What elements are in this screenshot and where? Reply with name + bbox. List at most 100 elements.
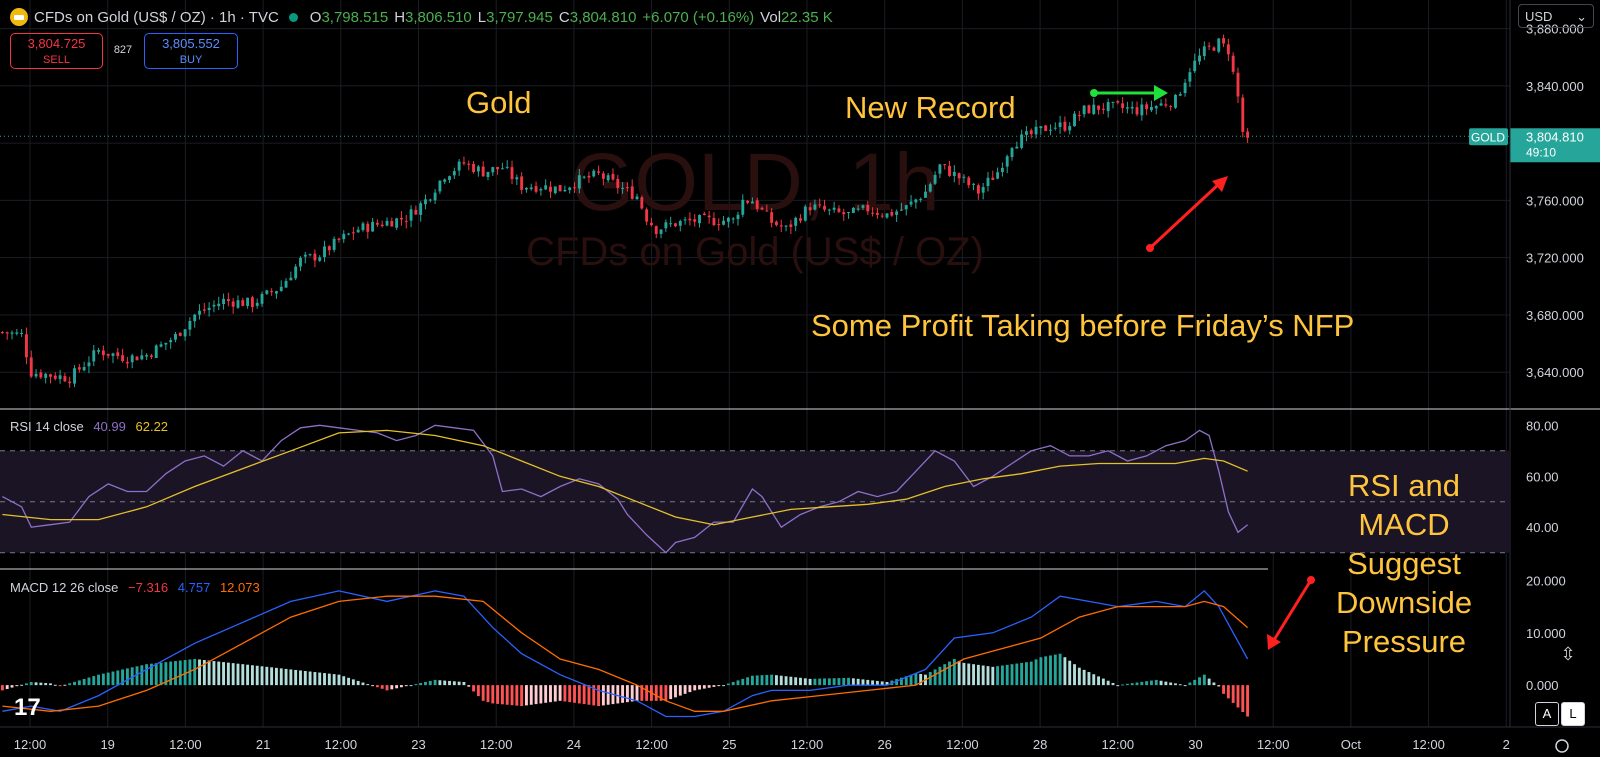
- chevron-down-icon: ⌄: [1576, 9, 1587, 24]
- macd-histogram-bar: [621, 685, 625, 703]
- macd-histogram-bar: [1010, 664, 1014, 686]
- candle-body: [371, 221, 375, 232]
- macd-histogram-bar: [289, 669, 293, 686]
- macd-histogram-bar: [226, 662, 230, 686]
- macd-histogram-bar: [779, 675, 783, 686]
- macd-histogram-bar: [784, 676, 788, 686]
- low-value: 3,797.945: [486, 8, 553, 26]
- candle-body: [621, 187, 625, 189]
- macd-histogram-bar: [87, 677, 91, 686]
- candle-body: [467, 163, 471, 165]
- macd-histogram-bar: [154, 663, 158, 686]
- macd-histogram-bar: [688, 685, 692, 693]
- candle-body: [587, 175, 591, 178]
- candle-body: [1202, 46, 1206, 57]
- macd-histogram-bar: [1092, 674, 1096, 686]
- candle-body: [279, 286, 283, 291]
- macd-histogram-bar: [981, 665, 985, 686]
- time-axis-label: 12:00: [14, 737, 47, 752]
- candle-body: [539, 189, 543, 191]
- open-label: O: [309, 8, 322, 26]
- candle-body: [674, 223, 677, 227]
- candle-body: [1217, 38, 1221, 52]
- time-axis-label: 19: [100, 737, 114, 752]
- candle-body: [1092, 104, 1096, 114]
- candle-body: [799, 218, 802, 221]
- macd-axis-label: 10.000: [1526, 626, 1566, 641]
- macd-histogram-bar: [231, 663, 235, 686]
- candle-body: [885, 213, 889, 218]
- buy-label: BUY: [179, 54, 203, 66]
- candle-body: [986, 177, 990, 186]
- candle-body: [154, 345, 158, 358]
- candle-body: [1121, 103, 1125, 108]
- candle-body: [760, 207, 764, 210]
- candle-body: [948, 165, 951, 176]
- candle-body: [299, 257, 302, 267]
- candle-body: [851, 207, 855, 213]
- macd-histogram-bar: [212, 661, 216, 686]
- candle-body: [1111, 101, 1115, 103]
- macd-histogram-bar: [678, 685, 682, 696]
- candle-body: [1178, 94, 1182, 96]
- candle-body: [991, 177, 995, 180]
- macd-histogram-bar: [496, 685, 500, 704]
- high-label: H: [394, 8, 406, 26]
- candle-body: [635, 196, 639, 200]
- macd-histogram-bar: [1025, 662, 1028, 686]
- time-axis-label: 12:00: [480, 737, 513, 752]
- macd-legend[interactable]: MACD 12 26 close −7.316 4.757 12.073: [10, 580, 260, 595]
- macd-histogram-bar: [0, 685, 4, 691]
- symbol-title[interactable]: CFDs on Gold (US$ / OZ) · 1h · TVC: [34, 9, 279, 26]
- candle-body: [707, 215, 711, 218]
- rsi-axis-label: 80.00: [1526, 418, 1559, 433]
- candle-body: [1145, 104, 1149, 110]
- candle-body: [1246, 131, 1250, 138]
- tradingview-logo: 17: [14, 694, 41, 721]
- time-axis-label: 12:00: [946, 737, 979, 752]
- macd-histogram-bar: [1202, 674, 1206, 686]
- annotation-profit-taking: Some Profit Taking before Friday’s NFP: [811, 308, 1355, 343]
- candle-body: [400, 217, 403, 220]
- macd-histogram-bar: [712, 685, 716, 687]
- macd-histogram-bar: [635, 685, 639, 701]
- currency-select[interactable]: USD ⌄: [1518, 4, 1594, 28]
- candle-body: [20, 333, 24, 335]
- macd-histogram-bar: [409, 685, 413, 687]
- macd-histogram-bar: [669, 685, 673, 700]
- macd-histogram-bar: [505, 685, 509, 705]
- log-scale-button[interactable]: L: [1561, 702, 1585, 726]
- candle-body: [140, 355, 144, 360]
- buy-button[interactable]: 3,805.552 BUY: [144, 33, 238, 69]
- candle-body: [198, 310, 201, 315]
- macd-histogram-bar: [414, 684, 418, 686]
- candle-body: [972, 183, 975, 185]
- symbol-header: CFDs on Gold (US$ / OZ) · 1h · TVC O 3,79…: [10, 6, 833, 28]
- macd-histogram-bar: [943, 664, 947, 686]
- candle-body: [1236, 72, 1240, 97]
- candle-body: [270, 291, 274, 293]
- macd-axis-label: 20.000: [1526, 573, 1566, 588]
- volume-value: 22.35 K: [781, 8, 833, 26]
- candle-body: [1058, 122, 1062, 128]
- macd-histogram-bar: [1226, 685, 1230, 699]
- macd-histogram-bar: [577, 685, 581, 704]
- auto-scale-button[interactable]: A: [1535, 702, 1559, 726]
- candle-body: [597, 171, 600, 173]
- macd-histogram-bar: [625, 685, 629, 703]
- macd-histogram-bar: [1135, 682, 1139, 686]
- sell-price: 3,804.725: [27, 36, 86, 51]
- macd-histogram-bar: [760, 675, 764, 686]
- candle-body: [150, 355, 153, 357]
- macd-histogram-bar: [962, 662, 966, 686]
- macd-histogram-bar: [616, 685, 620, 704]
- sell-button[interactable]: 3,804.725 SELL: [10, 33, 103, 69]
- rsi-legend[interactable]: RSI 14 close 40.99 62.22: [10, 419, 168, 434]
- macd-histogram-bar: [823, 678, 826, 686]
- annotation-gold: Gold: [466, 85, 532, 120]
- candle-body: [77, 367, 81, 370]
- watermark-description: CFDs on Gold (US$ / OZ): [526, 230, 984, 274]
- candle-body: [1005, 156, 1009, 167]
- macd-histogram-bar: [986, 666, 990, 686]
- candle-body: [904, 205, 908, 210]
